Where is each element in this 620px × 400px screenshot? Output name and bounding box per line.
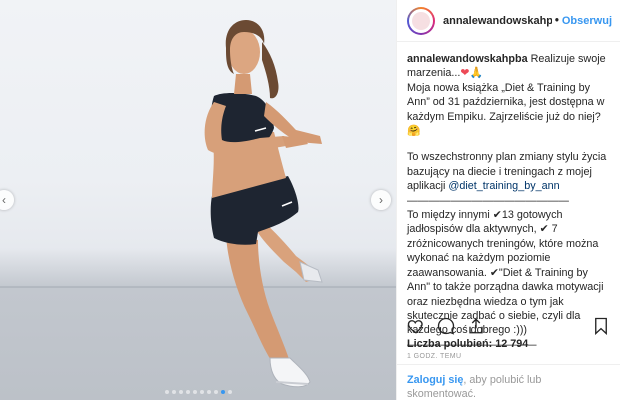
save-button[interactable] [592, 317, 610, 335]
caption-gap [407, 138, 610, 150]
like-button[interactable] [407, 317, 425, 335]
profile-avatar-icon[interactable] [407, 6, 435, 35]
caption-paragraph-1: Moja nowa książka „Diet & Training by An… [407, 81, 610, 139]
athlete-photo [204, 20, 323, 388]
carousel-dot [171, 390, 176, 394]
pray-emoji: 🙏 [469, 67, 483, 80]
hug-emoji: 🤗 [407, 125, 421, 138]
carousel-dot [213, 390, 218, 394]
login-prompt: Zaloguj się, aby polubić lub skomentować… [397, 364, 620, 400]
caption-divider-1: ——————————————— [407, 194, 569, 207]
comment-icon [437, 317, 455, 335]
heart-icon [407, 320, 423, 334]
carousel-dot [178, 390, 183, 394]
avatar-logo [412, 11, 430, 30]
carousel-indicator [0, 390, 396, 394]
comment-button[interactable] [437, 317, 455, 335]
caption-line-1: annalewandowskahpba Realizuje swoje marz… [407, 52, 610, 81]
carousel-dot [164, 390, 169, 394]
carousel-dot [220, 390, 225, 394]
post-actions [397, 314, 620, 338]
carousel-next-button[interactable]: › [371, 190, 391, 210]
follow-button[interactable]: Obserwuj [562, 15, 612, 27]
header-username[interactable]: annalewandowskahpba [443, 15, 552, 27]
share-icon [469, 318, 483, 334]
avatar-inner [409, 8, 433, 33]
caption-username[interactable]: annalewandowskahpba [407, 53, 528, 65]
carousel-dot [199, 390, 204, 394]
carousel-dot [192, 390, 197, 394]
caption-p1-text: Moja nowa książka „Diet & Training by An… [407, 81, 608, 123]
post-timestamp[interactable]: 1 GODZ. TEMU [407, 353, 461, 360]
header-separator: • [554, 14, 559, 27]
caption-mention-link[interactable]: @diet_training_by_ann [448, 180, 559, 192]
caption-paragraph-2: To wszechstronny plan zmiany stylu życia… [407, 150, 610, 193]
carousel-dot [227, 390, 232, 394]
carousel-dot [185, 390, 190, 394]
login-link[interactable]: Zaloguj się [407, 374, 463, 386]
instagram-post: ‹ › annalewandowskahpba • Obserwuj annal… [0, 0, 620, 400]
post-header: annalewandowskahpba • Obserwuj [397, 0, 620, 42]
post-side-panel: annalewandowskahpba • Obserwuj annalewan… [396, 0, 620, 400]
chevron-left-icon: ‹ [2, 193, 6, 207]
share-button[interactable] [467, 317, 485, 335]
likes-label: Liczba polubień: [407, 338, 493, 350]
bookmark-icon [595, 317, 607, 335]
post-media[interactable]: ‹ › [0, 0, 396, 400]
chevron-right-icon: › [379, 193, 383, 207]
likes-number: 12 794 [495, 338, 529, 350]
carousel-dot [206, 390, 211, 394]
likes-count[interactable]: Liczba polubień: 12 794 [407, 338, 528, 350]
